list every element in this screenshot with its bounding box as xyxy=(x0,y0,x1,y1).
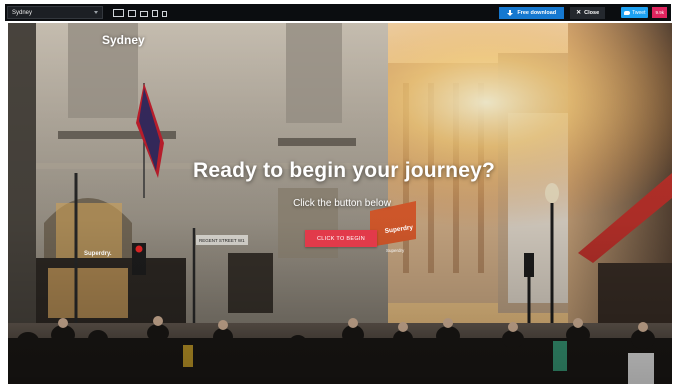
close-label: Close xyxy=(584,9,600,16)
twitter-bird-icon xyxy=(624,10,631,15)
hero-subheadline: Click the button below xyxy=(293,198,391,209)
template-select-value: Sydney xyxy=(12,9,33,16)
tweet-label: Tweet xyxy=(632,9,646,16)
tablet-portrait-icon[interactable] xyxy=(152,9,158,17)
preview-toolbar: Sydney Free download ✕ Close Tweet 9.9k xyxy=(5,4,671,21)
hero-headline: Ready to begin your journey? xyxy=(193,159,495,182)
close-button[interactable]: ✕ Close xyxy=(570,6,606,19)
street-sign-text: REGENT STREET W1 xyxy=(199,238,245,243)
close-icon: ✕ xyxy=(576,10,582,16)
chevron-down-icon xyxy=(94,11,98,14)
mobile-icon[interactable] xyxy=(162,10,167,17)
superdry-small-sign: Superdry xyxy=(386,248,405,253)
hero-section: REGENT STREET W1 Superdry Superdry. Supe… xyxy=(8,23,672,384)
free-download-button[interactable]: Free download xyxy=(499,6,565,19)
preview-window: Sydney Free download ✕ Close Tweet 9.9k xyxy=(0,0,676,384)
laptop-icon[interactable] xyxy=(128,9,136,17)
site-logo[interactable]: Sydney xyxy=(102,33,145,47)
tablet-landscape-icon[interactable] xyxy=(140,10,148,17)
download-icon xyxy=(507,9,514,16)
template-select[interactable]: Sydney xyxy=(7,6,103,19)
tweet-button[interactable]: Tweet xyxy=(621,7,649,18)
tweet-count-badge: 9.9k xyxy=(652,7,667,18)
click-to-begin-button[interactable]: CLICK TO BEGIN xyxy=(305,230,377,247)
desktop-icon[interactable] xyxy=(113,8,124,17)
device-switcher xyxy=(113,8,167,17)
superdry-shop-sign: Superdry. xyxy=(84,251,112,257)
free-download-label: Free download xyxy=(517,9,557,16)
